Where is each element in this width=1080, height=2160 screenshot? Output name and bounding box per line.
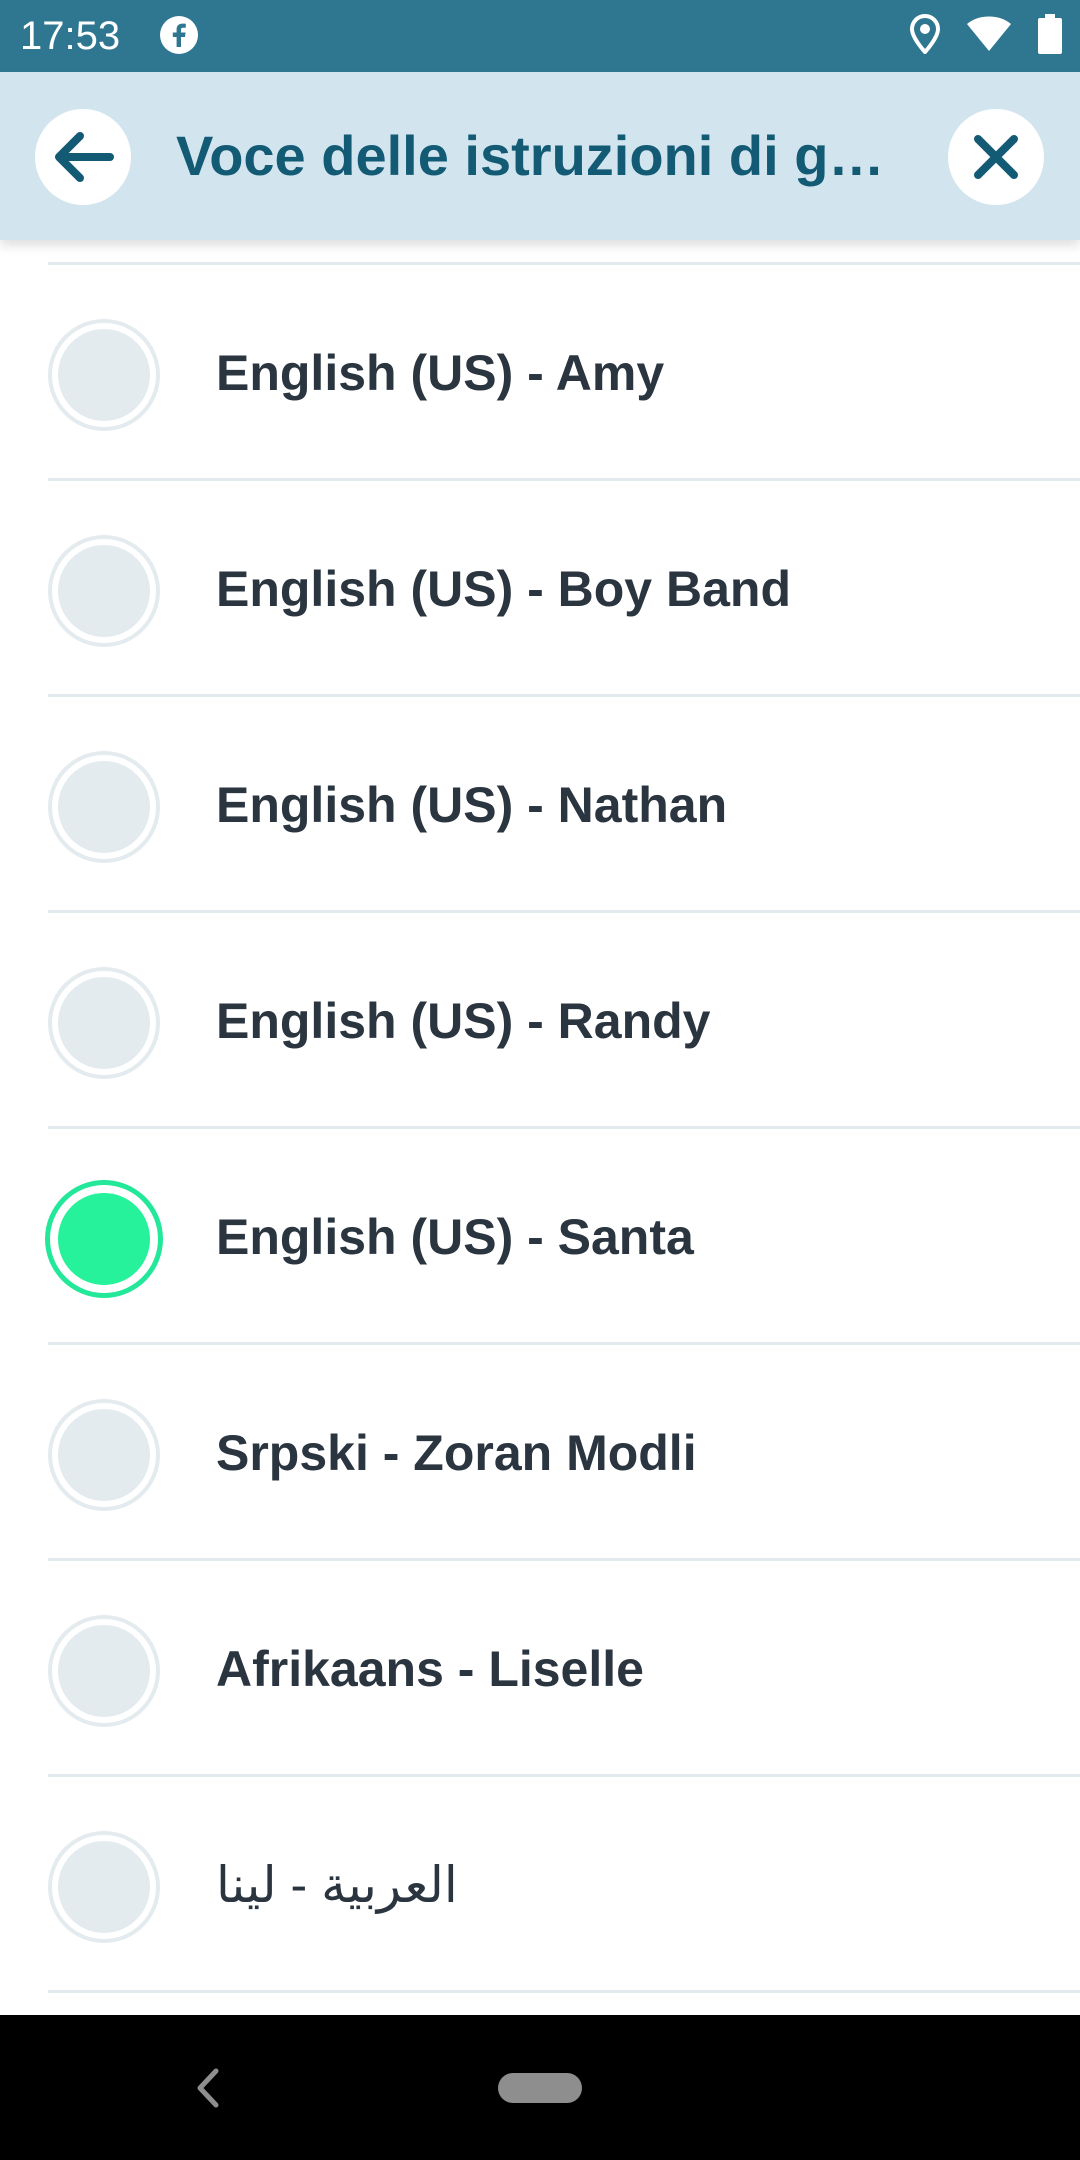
wifi-icon (966, 16, 1012, 57)
voice-label: English (US) - Randy (216, 993, 711, 1049)
voice-option[interactable]: English (US) - Amy (0, 265, 1080, 481)
back-button[interactable] (35, 109, 131, 205)
voice-option[interactable]: English (US) - Boy Band (0, 481, 1080, 697)
voice-label: English (US) - Nathan (216, 777, 728, 833)
voice-list: English (US) - Amy English (US) - Boy Ba… (0, 240, 1080, 2015)
system-nav-bar (0, 2015, 1080, 2160)
status-icons (909, 13, 1062, 59)
radio-button[interactable] (52, 755, 156, 859)
toolbar: Voce delle istruzioni di guida (0, 72, 1080, 240)
voice-label: Srpski - Zoran Modli (216, 1425, 697, 1481)
voice-option-selected[interactable]: English (US) - Santa (0, 1129, 1080, 1345)
voice-option[interactable]: English (US) - Nathan (0, 697, 1080, 913)
voice-label: Afrikaans - Liselle (216, 1641, 644, 1697)
arrow-left-icon (55, 132, 114, 182)
nav-back-icon[interactable] (190, 2065, 226, 2111)
page-title: Voce delle istruzioni di guida (176, 124, 906, 187)
radio-button-selected[interactable] (50, 1185, 158, 1293)
divider (48, 1990, 1080, 1993)
voice-option[interactable]: العربية - لينا (0, 1777, 1080, 1993)
battery-icon (1038, 13, 1062, 59)
voice-option[interactable]: Srpski - Zoran Modli (0, 1345, 1080, 1561)
status-time: 17:53 (20, 14, 121, 58)
status-bar: 17:53 (0, 0, 1080, 72)
voice-label: English (US) - Boy Band (216, 561, 791, 617)
radio-button[interactable] (52, 539, 156, 643)
voice-label: العربية - لينا (216, 1857, 458, 1913)
close-button[interactable] (948, 109, 1044, 205)
facebook-icon (160, 16, 198, 54)
location-icon (909, 13, 941, 59)
radio-button[interactable] (52, 1619, 156, 1723)
close-icon (974, 135, 1018, 179)
nav-home-pill[interactable] (498, 2073, 582, 2103)
voice-option[interactable]: English (US) - Randy (0, 913, 1080, 1129)
radio-button[interactable] (52, 323, 156, 427)
voice-label: English (US) - Amy (216, 345, 665, 401)
voice-option[interactable]: Afrikaans - Liselle (0, 1561, 1080, 1777)
voice-label: English (US) - Santa (216, 1209, 694, 1265)
radio-button[interactable] (52, 1835, 156, 1939)
radio-button[interactable] (52, 971, 156, 1075)
radio-button[interactable] (52, 1403, 156, 1507)
